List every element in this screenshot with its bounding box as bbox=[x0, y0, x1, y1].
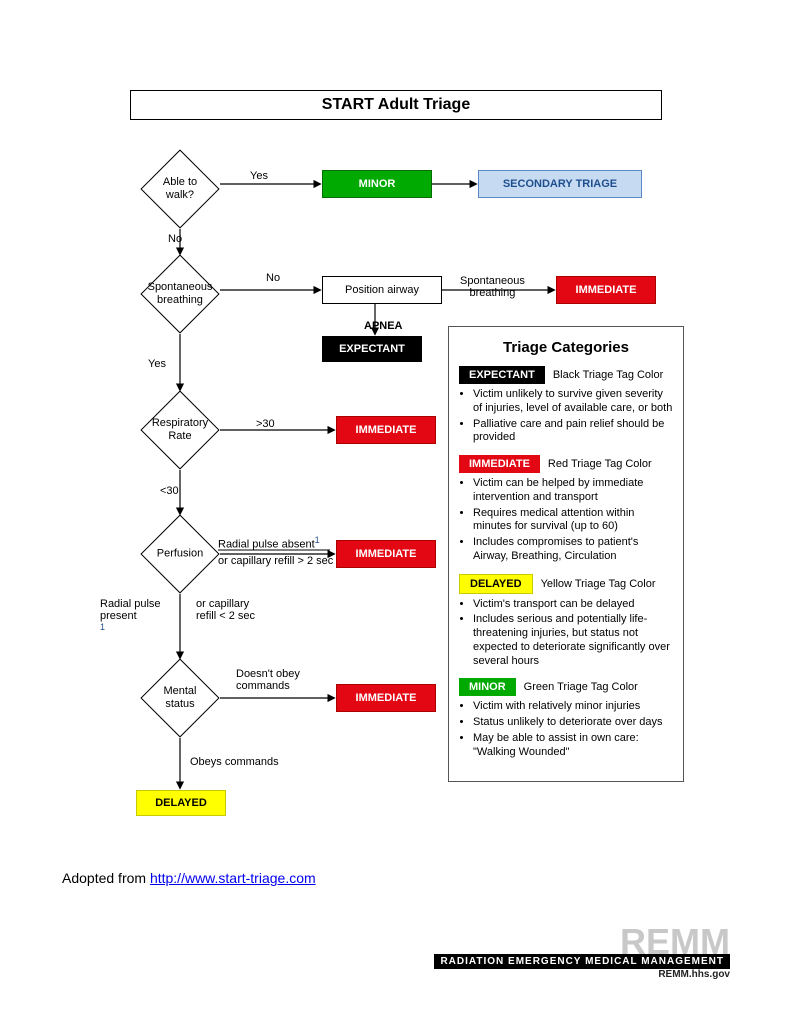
bullet: May be able to assist in own care: "Walk… bbox=[473, 732, 673, 760]
label-obeys: Obeys commands bbox=[190, 756, 279, 768]
box-position-airway: Position airway bbox=[322, 276, 442, 304]
title-box: START Adult Triage bbox=[130, 90, 662, 120]
panel-bullets-expectant: Victim unlikely to survive given severit… bbox=[473, 388, 673, 445]
tag-secondary-triage: SECONDARY TRIAGE bbox=[478, 170, 642, 198]
footnote-1-icon: 1 bbox=[315, 535, 320, 545]
panel-tag-immediate: IMMEDIATE bbox=[459, 455, 540, 473]
adopted-from: Adopted from http://www.start-triage.com bbox=[62, 870, 316, 886]
adopted-link[interactable]: http://www.start-triage.com bbox=[150, 870, 316, 886]
remm-sub: REMM.hhs.gov bbox=[320, 969, 730, 980]
bullet: Victim can be helped by immediate interv… bbox=[473, 477, 673, 505]
tag-minor: MINOR bbox=[322, 170, 432, 198]
panel-bullets-immediate: Victim can be helped by immediate interv… bbox=[473, 477, 673, 564]
title-text: START Adult Triage bbox=[322, 96, 470, 114]
tag-expectant: EXPECTANT bbox=[322, 336, 422, 362]
label-no-2: No bbox=[266, 272, 280, 284]
label-spont-breath-2: Spontaneous breathing bbox=[460, 275, 525, 299]
panel-tag-expectant: EXPECTANT bbox=[459, 366, 545, 384]
panel-bullets-minor: Victim with relatively minor injuries St… bbox=[473, 700, 673, 759]
decision-able-to-walk: Able to walk? bbox=[140, 149, 219, 228]
bullet: Status unlikely to deteriorate over days bbox=[473, 716, 673, 730]
bullet: Victim with relatively minor injuries bbox=[473, 700, 673, 714]
bullet: Victim's transport can be delayed bbox=[473, 598, 673, 612]
row-immediate: IMMEDIATE Red Triage Tag Color bbox=[459, 455, 673, 473]
row-delayed: DELAYED Yellow Triage Tag Color bbox=[459, 574, 673, 594]
remm-bar: RADIATION EMERGENCY MEDICAL MANAGEMENT bbox=[434, 954, 730, 969]
label-apnea: APNEA bbox=[364, 320, 403, 332]
footnote-1b-icon: 1 bbox=[100, 622, 105, 632]
adopted-prefix: Adopted from bbox=[62, 870, 150, 886]
panel-bullets-delayed: Victim's transport can be delayed Includ… bbox=[473, 598, 673, 669]
panel-color-expectant: Black Triage Tag Color bbox=[553, 369, 663, 381]
tag-immediate-3: IMMEDIATE bbox=[336, 540, 436, 568]
remm-block: REMM RADIATION EMERGENCY MEDICAL MANAGEM… bbox=[320, 928, 730, 980]
label-no-1: No bbox=[168, 233, 182, 245]
label-yes-2: Yes bbox=[148, 358, 166, 370]
label-cap-lt2: or capillary refill < 2 sec bbox=[196, 598, 255, 622]
panel-color-delayed: Yellow Triage Tag Color bbox=[541, 578, 656, 590]
label-radial-present: Radial pulse present1 bbox=[100, 598, 161, 638]
tag-delayed: DELAYED bbox=[136, 790, 226, 816]
tag-immediate-1: IMMEDIATE bbox=[556, 276, 656, 304]
label-yes-1: Yes bbox=[250, 170, 268, 182]
bullet: Victim unlikely to survive given severit… bbox=[473, 388, 673, 416]
row-minor: MINOR Green Triage Tag Color bbox=[459, 678, 673, 696]
label-doesnt-obey: Doesn't obey commands bbox=[236, 668, 300, 692]
decision-respiratory-rate: Respiratory Rate bbox=[140, 390, 219, 469]
label-cap-gt2: or capillary refill > 2 sec bbox=[218, 555, 333, 567]
label-gt30: >30 bbox=[256, 418, 275, 430]
row-expectant: EXPECTANT Black Triage Tag Color bbox=[459, 366, 673, 384]
bullet: Includes serious and potentially life-th… bbox=[473, 613, 673, 668]
bullet: Palliative care and pain relief should b… bbox=[473, 418, 673, 446]
label-radial-absent: Radial pulse absent1 bbox=[218, 535, 320, 551]
panel-tag-delayed: DELAYED bbox=[459, 574, 533, 594]
panel-color-minor: Green Triage Tag Color bbox=[524, 681, 638, 693]
bullet: Includes compromises to patient's Airway… bbox=[473, 536, 673, 564]
page: START Adult Triage Able to walk? Spontan… bbox=[0, 0, 792, 1024]
panel-color-immediate: Red Triage Tag Color bbox=[548, 458, 652, 470]
panel-title: Triage Categories bbox=[459, 339, 673, 356]
bullet: Requires medical attention within minute… bbox=[473, 507, 673, 535]
tag-immediate-4: IMMEDIATE bbox=[336, 684, 436, 712]
decision-mental-status: Mental status bbox=[140, 658, 219, 737]
triage-categories-panel: Triage Categories EXPECTANT Black Triage… bbox=[448, 326, 684, 782]
decision-spontaneous-breathing: Spontaneous breathing bbox=[140, 254, 219, 333]
tag-immediate-2: IMMEDIATE bbox=[336, 416, 436, 444]
label-lt30: <30 bbox=[160, 485, 179, 497]
decision-perfusion: Perfusion bbox=[140, 514, 219, 593]
panel-tag-minor: MINOR bbox=[459, 678, 516, 696]
